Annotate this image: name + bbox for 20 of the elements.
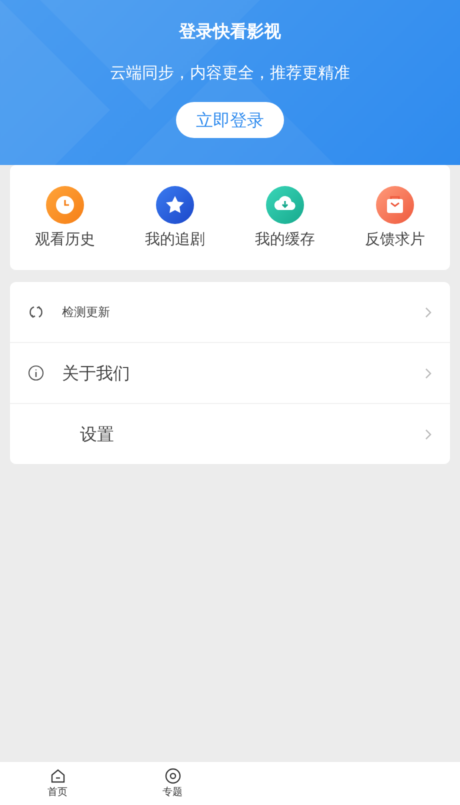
menu-item[interactable]: 关于我们 xyxy=(10,342,450,403)
home-icon xyxy=(50,768,66,784)
disc-icon xyxy=(164,768,180,784)
login-subtitle: 云端同步，内容更全，推荐更精准 xyxy=(110,63,350,84)
tab[interactable]: 首页 xyxy=(0,762,115,805)
shortcut-label[interactable]: 反馈求片 xyxy=(365,230,425,249)
tab[interactable]: 专题 xyxy=(115,762,230,805)
chevron-icon xyxy=(425,368,432,378)
menu-item[interactable]: 检测更新 xyxy=(10,282,450,342)
login-title: 登录快看影视 xyxy=(179,21,281,43)
history-icon xyxy=(46,186,84,224)
info-icon xyxy=(28,365,44,381)
refresh-icon xyxy=(28,304,44,320)
menu-item[interactable]: 设置 xyxy=(10,403,450,464)
shortcut-label[interactable]: 我的追剧 xyxy=(145,230,205,249)
cache-icon xyxy=(266,186,304,224)
chevron-icon xyxy=(425,428,432,440)
shortcut-label[interactable]: 我的缓存 xyxy=(255,230,315,249)
chevron-icon xyxy=(425,306,432,318)
shortcut-label[interactable]: 观看历史 xyxy=(35,230,95,249)
